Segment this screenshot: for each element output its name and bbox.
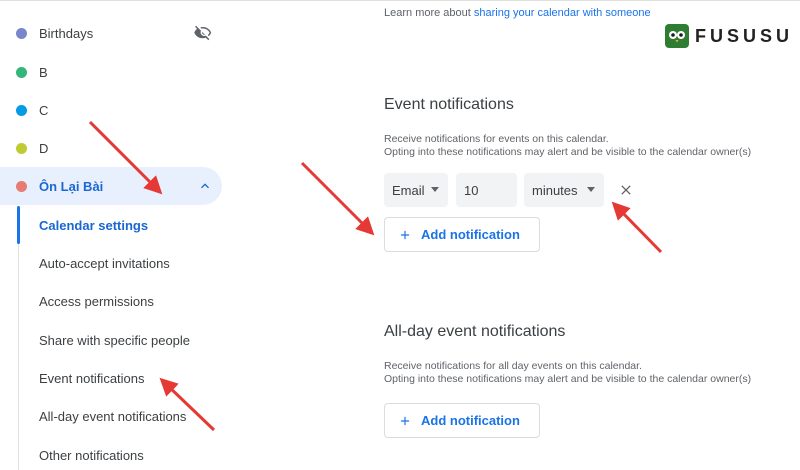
nav-all-day-event-notifications[interactable]: All-day event notifications — [39, 397, 239, 435]
learn-more-prefix: Learn more about — [384, 7, 474, 19]
plus-icon — [400, 416, 410, 426]
calendar-color-dot — [16, 180, 27, 192]
calendar-label: Birthdays — [39, 25, 94, 41]
allday-notifications-title: All-day event notifications — [384, 323, 566, 340]
calendar-color-dot — [16, 142, 27, 154]
eye-off-icon[interactable] — [194, 24, 212, 42]
add-event-notification-button[interactable]: Add notification — [384, 217, 540, 252]
nav-auto-accept-invitations[interactable]: Auto-accept invitations — [39, 244, 239, 282]
add-allday-notification-button[interactable]: Add notification — [384, 403, 540, 438]
logo-text: FUSUSU — [695, 25, 794, 46]
selected-indicator — [17, 206, 20, 244]
chevron-up-icon[interactable] — [197, 178, 213, 194]
add-notification-label: Add notification — [421, 227, 520, 242]
notification-amount-input[interactable]: 10 — [456, 173, 517, 207]
allday-notifications-desc-2: Opting into these notifications may aler… — [384, 373, 752, 385]
notification-method-select[interactable]: Email — [384, 173, 448, 207]
owl-logo-icon — [665, 24, 689, 48]
dropdown-caret-icon — [587, 187, 595, 192]
main-content: Learn more about sharing your calendar w… — [384, 0, 800, 470]
nav-calendar-settings[interactable]: Calendar settings — [39, 206, 239, 244]
event-notifications-desc-2: Opting into these notifications may aler… — [384, 146, 752, 158]
event-notifications-title: Event notifications — [384, 96, 514, 113]
learn-more-text: Learn more about sharing your calendar w… — [384, 7, 651, 19]
plus-icon — [400, 230, 410, 240]
nav-rail — [18, 244, 19, 470]
calendar-color-dot — [16, 104, 27, 116]
dropdown-caret-icon — [431, 187, 439, 192]
calendar-item-on-lai-bai[interactable]: Ôn Lại Bài — [0, 167, 222, 205]
notification-unit-select[interactable]: minutes — [524, 173, 604, 207]
calendar-item-birthdays[interactable]: Birthdays — [0, 14, 222, 52]
nav-event-notifications[interactable]: Event notifications — [39, 359, 239, 397]
event-notifications-desc-1: Receive notifications for events on this… — [384, 133, 609, 145]
calendar-label: D — [39, 140, 49, 156]
notification-unit-value: minutes — [532, 182, 578, 198]
arrow-to-add-notification — [300, 161, 375, 236]
calendar-label: B — [39, 64, 48, 80]
sharing-link[interactable]: sharing your calendar with someone — [474, 7, 651, 19]
notification-method-value: Email — [392, 182, 425, 198]
nav-other-notifications[interactable]: Other notifications — [39, 436, 239, 470]
calendar-color-dot — [16, 66, 27, 78]
calendar-item-d[interactable]: D — [0, 129, 222, 167]
sidebar: Birthdays B C D Ôn Lại Bài Calendar sett… — [0, 0, 240, 470]
notification-amount-value: 10 — [464, 182, 479, 198]
calendar-item-c[interactable]: C — [0, 91, 222, 129]
nav-share-with-specific-people[interactable]: Share with specific people — [39, 321, 239, 359]
allday-notifications-desc-1: Receive notifications for all day events… — [384, 360, 642, 372]
add-notification-label: Add notification — [421, 413, 520, 428]
calendar-label: C — [39, 102, 49, 118]
calendar-color-dot — [16, 27, 27, 39]
calendar-item-b[interactable]: B — [0, 53, 222, 91]
close-icon[interactable] — [618, 182, 634, 198]
fususu-logo: FUSUSU — [665, 24, 793, 48]
nav-access-permissions[interactable]: Access permissions — [39, 282, 239, 320]
calendar-label: Ôn Lại Bài — [39, 178, 104, 194]
